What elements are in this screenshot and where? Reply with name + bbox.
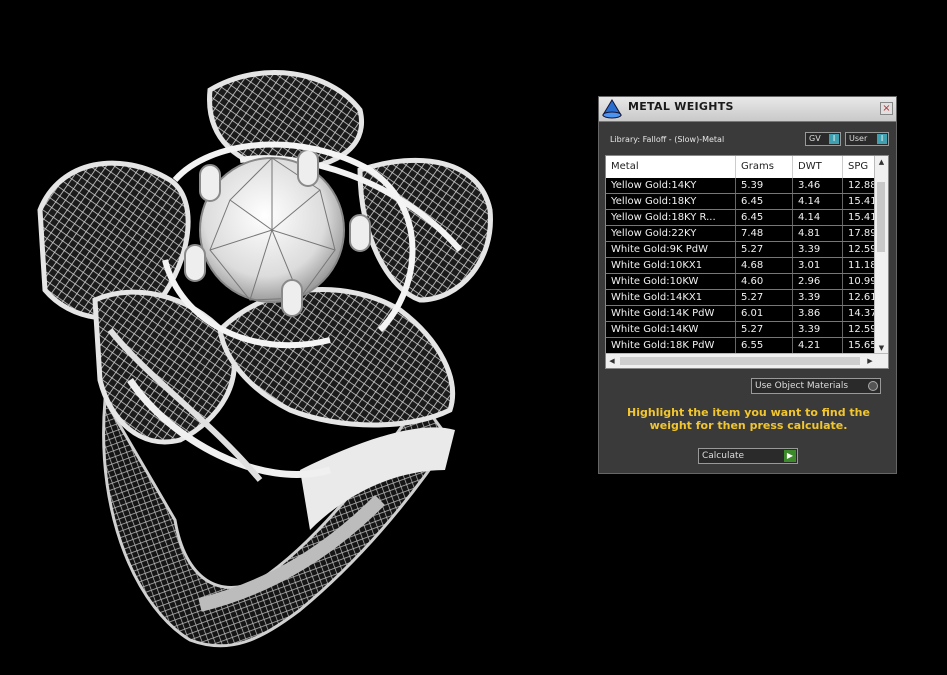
table-row[interactable]: Yellow Gold:14KY 5.39 3.46 12.88 bbox=[606, 178, 883, 194]
cell-metal: Yellow Gold:18KY R... bbox=[606, 210, 736, 225]
cell-grams: 4.68 bbox=[736, 258, 793, 273]
cell-metal: White Gold:18K PdW bbox=[606, 338, 736, 353]
table-row[interactable]: Yellow Gold:18KY 6.45 4.14 15.41 bbox=[606, 194, 883, 210]
scroll-right-arrow-icon[interactable]: ▶ bbox=[864, 354, 876, 368]
table-row[interactable]: White Gold:10KX1 4.68 3.01 11.18 bbox=[606, 258, 883, 274]
cell-metal: Yellow Gold:14KY bbox=[606, 178, 736, 193]
close-button[interactable]: × bbox=[880, 102, 893, 115]
cell-grams: 6.01 bbox=[736, 306, 793, 321]
table-row[interactable]: White Gold:9K PdW 5.27 3.39 12.59 bbox=[606, 242, 883, 258]
instruction-text: Highlight the item you want to find the … bbox=[627, 406, 870, 432]
cell-dwt: 3.46 bbox=[793, 178, 843, 193]
panel-title: METAL WEIGHTS bbox=[628, 100, 734, 113]
cell-metal: White Gold:14KW bbox=[606, 322, 736, 337]
cell-dwt: 3.39 bbox=[793, 322, 843, 337]
cell-dwt: 3.39 bbox=[793, 290, 843, 305]
3d-viewport[interactable] bbox=[0, 0, 590, 675]
column-header-dwt[interactable]: DWT bbox=[793, 156, 843, 178]
cell-metal: Yellow Gold:18KY bbox=[606, 194, 736, 209]
table-row[interactable]: White Gold:18K PdW 6.55 4.21 15.65 bbox=[606, 338, 883, 354]
cell-dwt: 4.14 bbox=[793, 210, 843, 225]
cell-metal: White Gold:10KW bbox=[606, 274, 736, 289]
metal-table[interactable]: Metal Grams DWT SPG Yellow Gold:14KY 5.39… bbox=[605, 155, 889, 369]
scroll-left-arrow-icon[interactable]: ◀ bbox=[606, 354, 618, 368]
table-header: Metal Grams DWT SPG bbox=[606, 156, 883, 178]
table-row[interactable]: Yellow Gold:22KY 7.48 4.81 17.89 bbox=[606, 226, 883, 242]
cell-grams: 5.27 bbox=[736, 290, 793, 305]
scroll-up-arrow-icon[interactable]: ▲ bbox=[875, 156, 888, 168]
column-header-grams[interactable]: Grams bbox=[736, 156, 793, 178]
vertical-scrollbar[interactable]: ▲ ▼ bbox=[874, 156, 888, 354]
cell-dwt: 2.96 bbox=[793, 274, 843, 289]
table-row[interactable]: White Gold:14KX1 5.27 3.39 12.61 bbox=[606, 290, 883, 306]
use-object-materials-label: Use Object Materials bbox=[755, 381, 849, 391]
cell-metal: White Gold:14KX1 bbox=[606, 290, 736, 305]
gv-toggle-label: GV bbox=[809, 134, 821, 143]
cell-metal: White Gold:10KX1 bbox=[606, 258, 736, 273]
library-label: Library: Falloff - (Slow)-Metal bbox=[610, 135, 725, 144]
table-body: Yellow Gold:14KY 5.39 3.46 12.88 Yellow Gold… bbox=[606, 178, 883, 354]
radio-button-icon[interactable] bbox=[868, 381, 878, 391]
app-cone-icon bbox=[602, 99, 622, 119]
cell-dwt: 3.01 bbox=[793, 258, 843, 273]
vertical-scroll-thumb[interactable] bbox=[877, 182, 885, 252]
gv-toggle-knob: I bbox=[829, 134, 839, 144]
cell-grams: 4.60 bbox=[736, 274, 793, 289]
table-row[interactable]: Yellow Gold:18KY R... 6.45 4.14 15.41 bbox=[606, 210, 883, 226]
play-arrow-icon: ▶ bbox=[784, 450, 796, 462]
cell-metal: White Gold:14K PdW bbox=[606, 306, 736, 321]
cell-grams: 5.27 bbox=[736, 242, 793, 257]
cell-dwt: 4.21 bbox=[793, 338, 843, 353]
metal-weights-panel: METAL WEIGHTS × Library: Falloff - (Slow… bbox=[598, 96, 897, 474]
horizontal-scroll-thumb[interactable] bbox=[620, 357, 860, 365]
gv-toggle[interactable]: GV I bbox=[805, 132, 841, 146]
horizontal-scrollbar[interactable]: ◀ ▶ bbox=[606, 353, 888, 368]
cell-grams: 5.27 bbox=[736, 322, 793, 337]
cell-dwt: 4.81 bbox=[793, 226, 843, 241]
user-toggle-label: User bbox=[849, 134, 868, 143]
table-row[interactable]: White Gold:14K PdW 6.01 3.86 14.37 bbox=[606, 306, 883, 322]
ring-render bbox=[37, 70, 493, 648]
user-toggle-knob: I bbox=[877, 134, 887, 144]
panel-titlebar[interactable]: METAL WEIGHTS × bbox=[599, 97, 896, 122]
calculate-label: Calculate bbox=[702, 451, 745, 461]
cell-grams: 6.45 bbox=[736, 210, 793, 225]
cell-dwt: 4.14 bbox=[793, 194, 843, 209]
cell-dwt: 3.39 bbox=[793, 242, 843, 257]
user-toggle[interactable]: User I bbox=[845, 132, 889, 146]
table-row[interactable]: White Gold:10KW 4.60 2.96 10.99 bbox=[606, 274, 883, 290]
calculate-button[interactable]: Calculate ▶ bbox=[698, 448, 798, 464]
table-row[interactable]: White Gold:14KW 5.27 3.39 12.59 bbox=[606, 322, 883, 338]
column-header-metal[interactable]: Metal bbox=[606, 156, 736, 178]
cell-metal: Yellow Gold:22KY bbox=[606, 226, 736, 241]
cell-grams: 6.55 bbox=[736, 338, 793, 353]
cell-metal: White Gold:9K PdW bbox=[606, 242, 736, 257]
cell-grams: 6.45 bbox=[736, 194, 793, 209]
cell-grams: 7.48 bbox=[736, 226, 793, 241]
use-object-materials-option[interactable]: Use Object Materials bbox=[751, 378, 881, 394]
cell-grams: 5.39 bbox=[736, 178, 793, 193]
cell-dwt: 3.86 bbox=[793, 306, 843, 321]
